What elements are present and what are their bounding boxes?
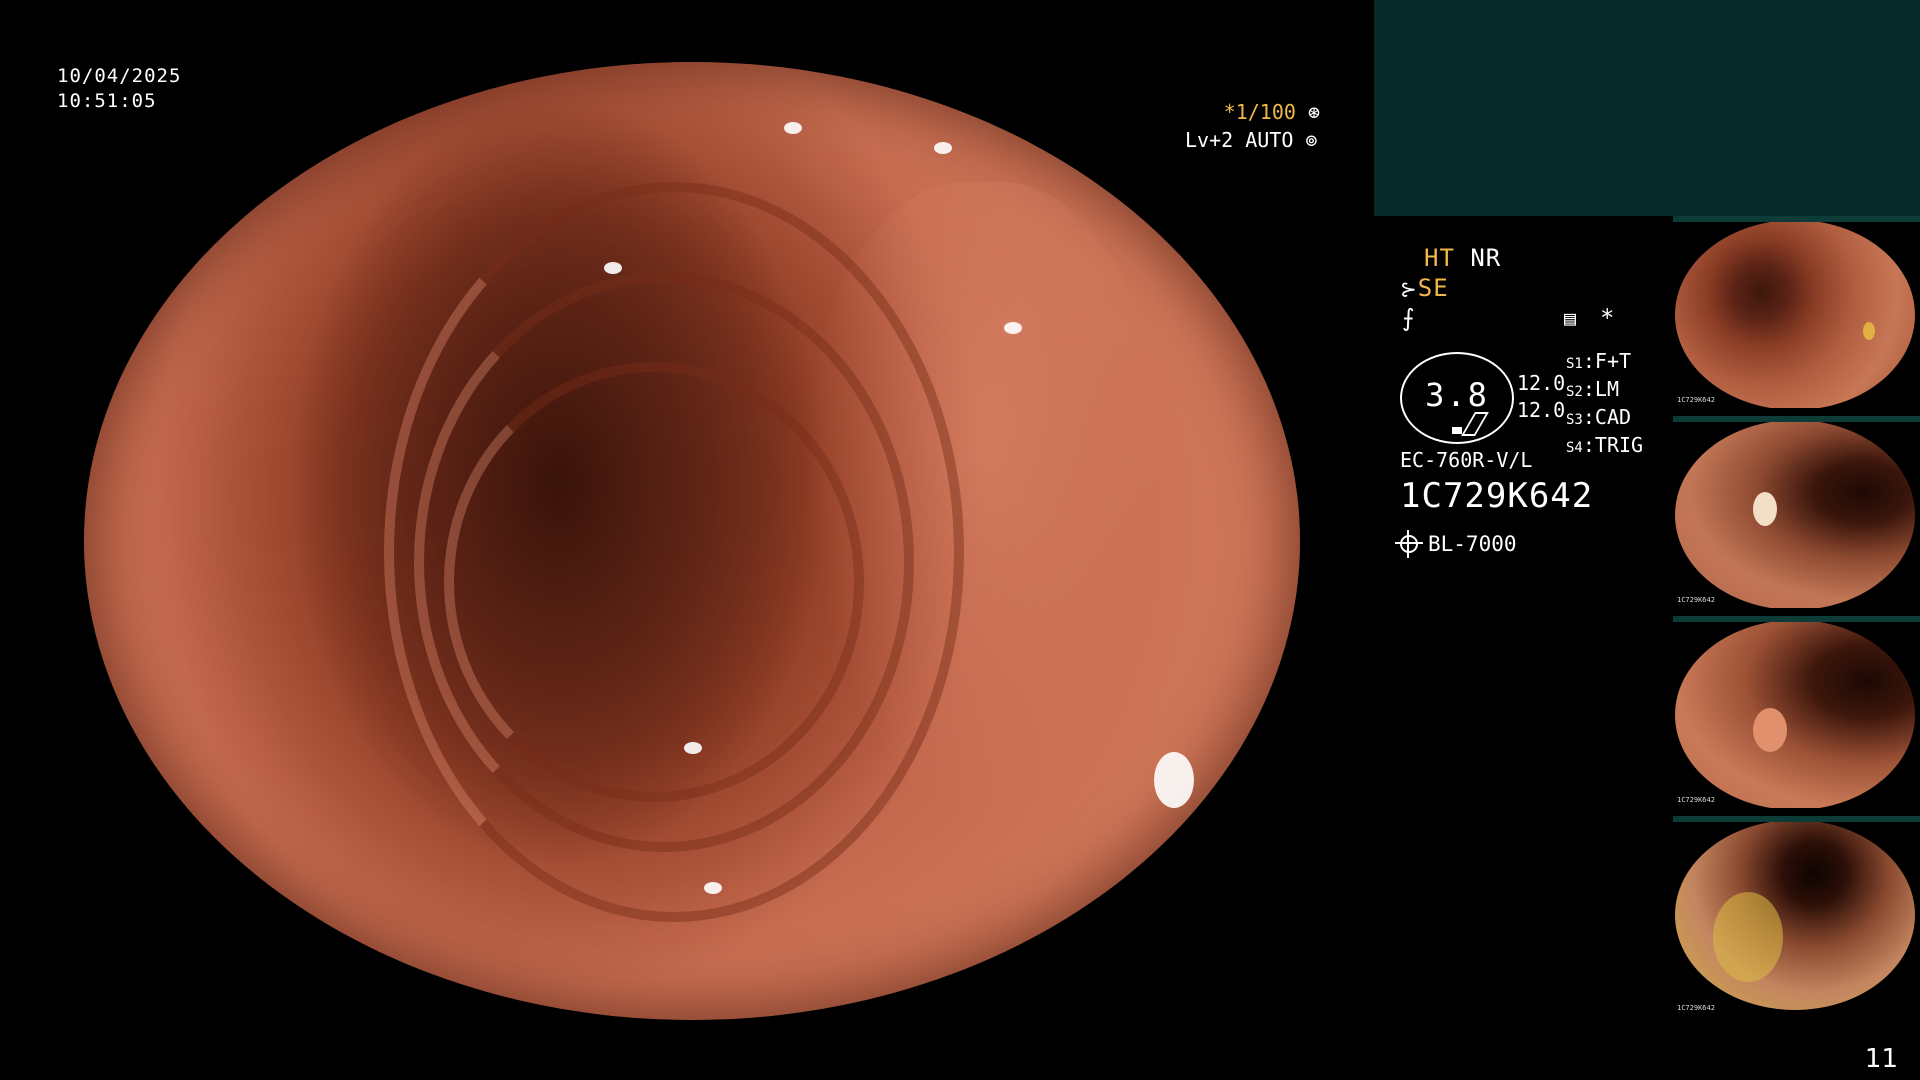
specular-highlight (604, 262, 622, 274)
top-right-panel (1374, 0, 1920, 216)
switch-row: S4:TRIG (1566, 433, 1644, 457)
time-label: 10:51:05 (57, 90, 157, 112)
scope-serial: 1C729K642 (1400, 476, 1594, 516)
specular-highlight (784, 122, 802, 134)
light-source: BL-7000 (1395, 530, 1517, 558)
switch-row: S1:F+T (1566, 349, 1632, 373)
switch-assignments: S1:F+T S2:LM S3:CAD S4:TRIG (1566, 349, 1643, 461)
thumbnail-image (1675, 422, 1915, 608)
thumbnail-scope-label: 1C729K642 (1677, 596, 1715, 604)
thumbnail-scope-label: 1C729K642 (1677, 1004, 1715, 1012)
specular-highlight (934, 142, 952, 154)
thumbnail-2[interactable]: 1C729K642 (1673, 416, 1920, 608)
debris-spot (1863, 322, 1875, 340)
zoom-slash-icon (1461, 412, 1489, 436)
ht-indicator: HT (1424, 244, 1455, 272)
aperture-icon: ⊛ (1307, 100, 1320, 124)
thumbnail-scope-label: 1C729K642 (1677, 396, 1715, 404)
date-time: 10/04/2025 10:51:05 (57, 64, 181, 114)
switch-row: S3:CAD (1566, 405, 1632, 429)
thumbnail-scope-label: 1C729K642 (1677, 796, 1715, 804)
zoom-lower: 12.0 (1517, 398, 1566, 422)
endoscopy-main-view (84, 62, 1300, 1020)
thumbnail-image (1675, 822, 1915, 1010)
zoom-numbers: 12.0 12.0 (1517, 370, 1565, 424)
zoom-upper: 12.0 (1517, 371, 1566, 395)
specular-highlight (704, 882, 722, 894)
specular-highlight (684, 742, 702, 754)
tool-icon: ⊱ (1400, 277, 1418, 301)
mode-row-2: ⊱SE (1400, 274, 1449, 302)
zoom-value: 3.8 (1425, 376, 1489, 414)
light-icon (1395, 530, 1423, 558)
thumbnail-3[interactable]: 1C729K642 (1673, 616, 1920, 808)
scope-model: EC-760R-V/L (1400, 448, 1533, 472)
date-label: 10/04/2025 (57, 65, 182, 87)
thumbnail-image (1675, 622, 1915, 808)
se-indicator: SE (1417, 274, 1449, 302)
polyp-spot (1753, 708, 1787, 752)
thumbnail-4[interactable]: 1C729K642 (1673, 816, 1920, 1016)
freeze-icon: ⨍ (1402, 304, 1416, 332)
imaging-settings: *1/100 ⊛ (1196, 100, 1320, 124)
nr-indicator: NR (1470, 244, 1502, 272)
shutter-speed: *1/100 (1223, 100, 1296, 124)
light-source-name: BL-7000 (1428, 532, 1517, 556)
card-icon: ▤ (1564, 306, 1577, 330)
memo-asterisk: * (1600, 304, 1615, 332)
specular-highlight (1154, 752, 1194, 808)
specular-highlight (1004, 322, 1022, 334)
page-number: 11 (1864, 1044, 1898, 1074)
zoom-badge: 3.8 (1400, 352, 1514, 444)
iris-icon: ⊚ (1305, 128, 1318, 152)
bile-spot (1713, 892, 1783, 982)
lesion-spot (1753, 492, 1777, 526)
haustral-fold (444, 362, 864, 802)
switch-row: S2:LM (1566, 377, 1619, 401)
level-auto-row: Lv+2 AUTO ⊚ (1185, 128, 1317, 152)
mode-row-1: HT NR (1424, 244, 1501, 272)
zoom-mark (1452, 427, 1462, 434)
thumbnail-1[interactable]: 1C729K642 (1673, 216, 1920, 408)
level-auto-label: Lv+2 AUTO (1185, 128, 1294, 152)
thumbnail-image (1675, 222, 1915, 408)
